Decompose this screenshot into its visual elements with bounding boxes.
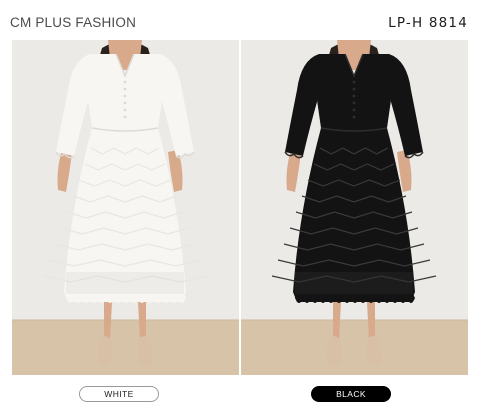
bodice-button	[352, 108, 356, 112]
bodice-button	[123, 94, 127, 98]
bodice-button	[123, 101, 127, 105]
wood-floor	[241, 320, 468, 375]
lace-hem-band	[66, 272, 184, 294]
lace-hem-band	[295, 272, 413, 294]
black-dress-photo	[241, 40, 468, 375]
white-dress-photo	[12, 40, 239, 375]
bodice-button	[352, 94, 356, 98]
bodice-button	[352, 80, 356, 84]
bodice-button	[123, 87, 127, 91]
scalloped-hem	[66, 294, 186, 303]
brand-name: CM PLUS FASHION	[10, 15, 137, 30]
product-code: LP-H 8814	[388, 15, 468, 31]
bodice-button	[352, 101, 356, 105]
color-option-white[interactable]: WHITE	[79, 386, 159, 402]
wood-floor	[12, 320, 239, 375]
bodice-button	[352, 87, 356, 91]
color-option-black[interactable]: BLACK	[311, 386, 391, 402]
bodice-button	[123, 80, 127, 84]
bodice-button	[123, 115, 127, 119]
bodice-button	[123, 108, 127, 112]
bodice-button	[352, 115, 356, 119]
scalloped-hem	[295, 294, 415, 303]
